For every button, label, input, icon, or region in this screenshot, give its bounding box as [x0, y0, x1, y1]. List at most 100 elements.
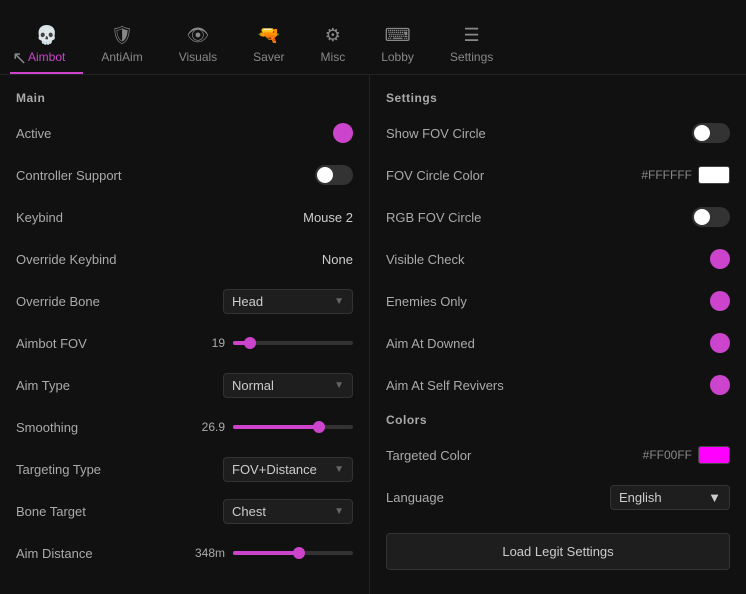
row-keybind: Keybind Mouse 2 [16, 203, 353, 231]
color-hex-targeted: #FF00FF [643, 448, 692, 462]
row-aimbot-fov: Aimbot FOV 19 [16, 329, 353, 357]
row-aim-at-downed: Aim At Downed [386, 329, 730, 357]
slider-fill-smoothing [233, 425, 319, 429]
row-show-fov-circle: Show FOV Circle [386, 119, 730, 147]
color-box-fov[interactable] [698, 166, 730, 184]
toggle-enemies-only[interactable] [710, 291, 730, 311]
color-hex-fov: #FFFFFF [641, 168, 692, 182]
content-area: Main Active Controller Support Keybind M… [0, 75, 746, 594]
nav-item-settings[interactable]: ☰ Settings [432, 17, 511, 74]
saver-icon: 🔫 [258, 25, 280, 46]
row-visible-check: Visible Check [386, 245, 730, 273]
dropdown-bone-target-value: Chest [232, 504, 266, 519]
dropdown-override-bone-value: Head [232, 294, 263, 309]
color-swatch-targeted: #FF00FF [643, 446, 730, 464]
load-legit-settings-button[interactable]: Load Legit Settings [386, 533, 730, 570]
row-targeting-type: Targeting Type FOV+Distance ▼ [16, 455, 353, 483]
nav-label-saver: Saver [253, 50, 284, 64]
settings-icon: ☰ [464, 25, 480, 46]
toggle-controller-support[interactable] [315, 165, 353, 185]
row-enemies-only: Enemies Only [386, 287, 730, 315]
row-override-keybind: Override Keybind None [16, 245, 353, 273]
antiAim-icon: 🛡 [111, 25, 134, 46]
slider-container-smoothing: 26.9 [193, 420, 353, 434]
label-visible-check: Visible Check [386, 252, 465, 267]
nav-item-aimbot[interactable]: 💀 Aimbot [10, 17, 83, 74]
nav-label-misc: Misc [321, 50, 346, 64]
right-section-title: Settings [386, 91, 730, 105]
dropdown-targeting-type[interactable]: FOV+Distance ▼ [223, 457, 353, 482]
nav-label-settings: Settings [450, 50, 493, 64]
chevron-down-icon-4: ▼ [334, 506, 344, 517]
nav-item-misc[interactable]: ⚙ Misc [303, 17, 364, 74]
value-keybind: Mouse 2 [303, 210, 353, 225]
row-override-bone: Override Bone Head ▼ [16, 287, 353, 315]
slider-thumb-smoothing[interactable] [313, 421, 325, 433]
row-active: Active [16, 119, 353, 147]
chevron-down-icon-3: ▼ [334, 464, 344, 475]
label-aimbot-fov: Aimbot FOV [16, 336, 87, 351]
nav-label-aimbot: Aimbot [28, 50, 65, 64]
nav-item-lobby[interactable]: ⌨ Lobby [363, 17, 432, 74]
label-smoothing: Smoothing [16, 420, 78, 435]
slider-value-smoothing: 26.9 [193, 420, 225, 434]
colors-section-title: Colors [386, 413, 730, 427]
label-override-bone: Override Bone [16, 294, 100, 309]
row-language: Language English ▼ [386, 483, 730, 511]
nav-item-saver[interactable]: 🔫 Saver [235, 17, 302, 74]
chevron-down-icon-2: ▼ [334, 380, 344, 391]
nav-item-antiAim[interactable]: 🛡 AntiAim [83, 17, 160, 74]
right-panel: Settings Show FOV Circle FOV Circle Colo… [370, 75, 746, 594]
dropdown-language[interactable]: English ▼ [610, 485, 730, 510]
row-aim-type: Aim Type Normal ▼ [16, 371, 353, 399]
dropdown-bone-target[interactable]: Chest ▼ [223, 499, 353, 524]
slider-track-smoothing[interactable] [233, 425, 353, 429]
value-override-keybind: None [322, 252, 353, 267]
slider-value-aim-distance: 348m [193, 546, 225, 560]
label-controller-support: Controller Support [16, 168, 122, 183]
toggle-rgb-fov-circle[interactable] [692, 207, 730, 227]
color-box-targeted[interactable] [698, 446, 730, 464]
slider-track-aimbot-fov[interactable] [233, 341, 353, 345]
label-aim-type: Aim Type [16, 378, 70, 393]
dropdown-language-value: English [619, 490, 662, 505]
dropdown-override-bone[interactable]: Head ▼ [223, 289, 353, 314]
label-active: Active [16, 126, 51, 141]
row-bone-target: Bone Target Chest ▼ [16, 497, 353, 525]
label-aim-distance: Aim Distance [16, 546, 93, 561]
nav-item-visuals[interactable]: 👁 Visuals [161, 17, 235, 74]
toggle-aim-at-downed[interactable] [710, 333, 730, 353]
chevron-down-icon-5: ▼ [708, 490, 721, 505]
row-rgb-fov-circle: RGB FOV Circle [386, 203, 730, 231]
label-enemies-only: Enemies Only [386, 294, 467, 309]
toggle-visible-check[interactable] [710, 249, 730, 269]
slider-thumb-aim-distance[interactable] [293, 547, 305, 559]
slider-value-aimbot-fov: 19 [193, 336, 225, 350]
nav-bar: 💀 Aimbot 🛡 AntiAim 👁 Visuals 🔫 Saver ⚙ M… [0, 0, 746, 75]
label-fov-circle-color: FOV Circle Color [386, 168, 484, 183]
slider-track-aim-distance[interactable] [233, 551, 353, 555]
nav-label-antiAim: AntiAim [101, 50, 142, 64]
visuals-icon: 👁 [187, 25, 210, 46]
left-panel: Main Active Controller Support Keybind M… [0, 75, 370, 594]
label-rgb-fov-circle: RGB FOV Circle [386, 210, 481, 225]
dropdown-aim-type[interactable]: Normal ▼ [223, 373, 353, 398]
dropdown-aim-type-value: Normal [232, 378, 274, 393]
label-language: Language [386, 490, 444, 505]
left-section-title: Main [16, 91, 353, 105]
misc-icon: ⚙ [325, 25, 341, 46]
label-aim-at-self-revivers: Aim At Self Revivers [386, 378, 504, 393]
slider-thumb-aimbot-fov[interactable] [244, 337, 256, 349]
label-keybind: Keybind [16, 210, 63, 225]
row-fov-circle-color: FOV Circle Color #FFFFFF [386, 161, 730, 189]
toggle-active[interactable] [333, 123, 353, 143]
lobby-icon: ⌨ [385, 25, 411, 46]
slider-container-aimbot-fov: 19 [193, 336, 353, 350]
label-show-fov-circle: Show FOV Circle [386, 126, 486, 141]
row-smoothing: Smoothing 26.9 [16, 413, 353, 441]
row-controller-support: Controller Support [16, 161, 353, 189]
slider-fill-aim-distance [233, 551, 299, 555]
slider-container-aim-distance: 348m [193, 546, 353, 560]
toggle-show-fov-circle[interactable] [692, 123, 730, 143]
toggle-aim-at-self-revivers[interactable] [710, 375, 730, 395]
